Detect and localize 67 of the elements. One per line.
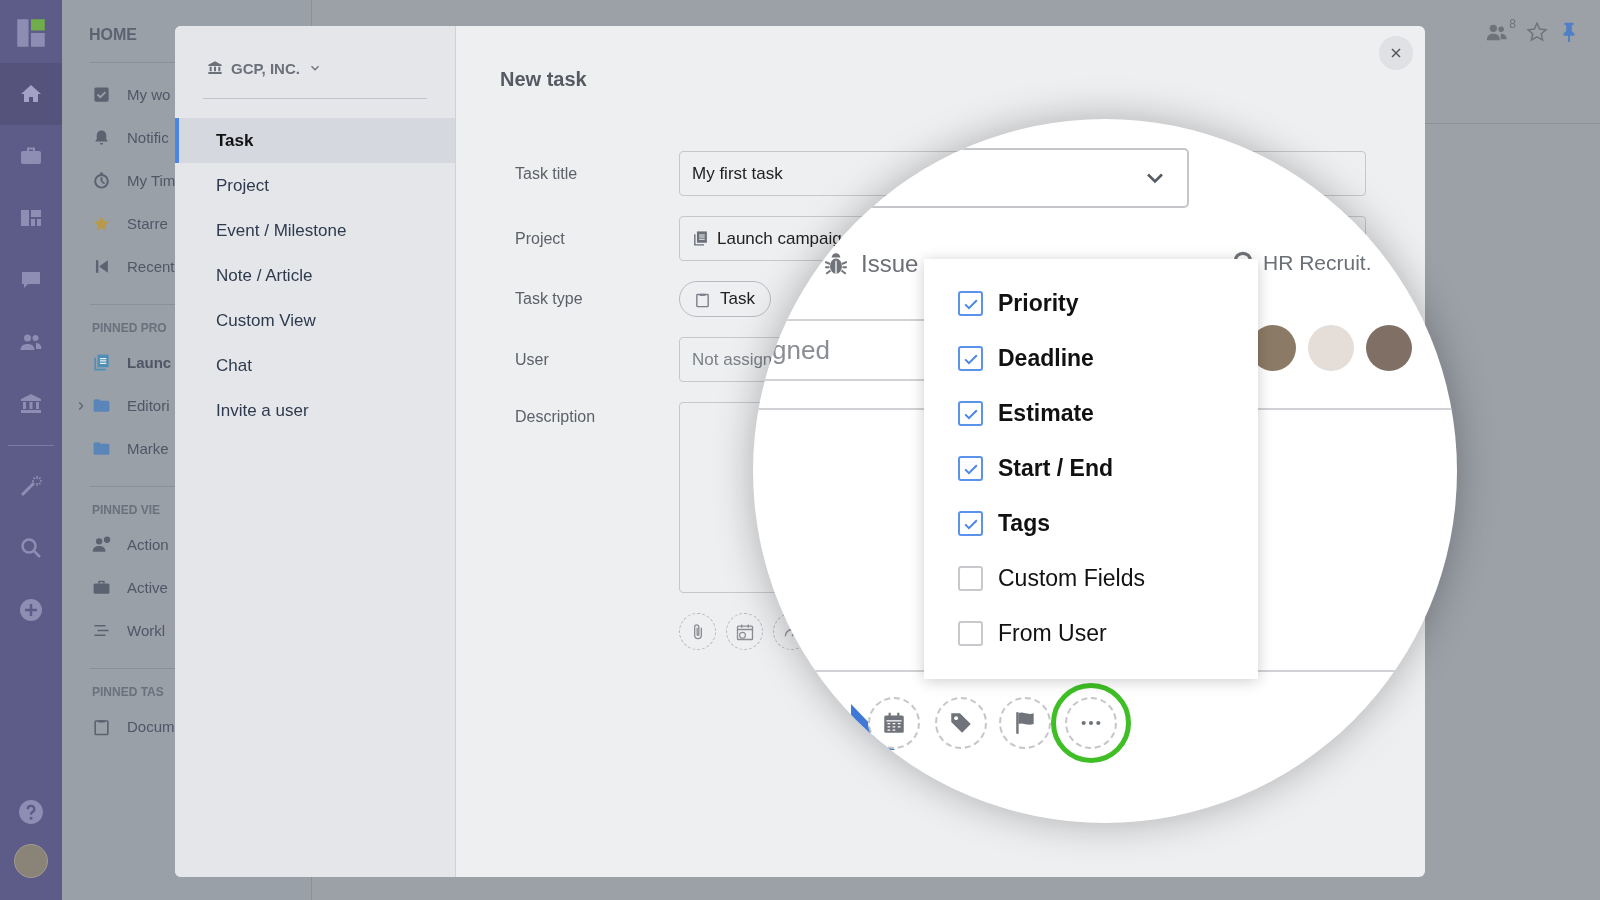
add-icon xyxy=(19,598,43,622)
bank-icon xyxy=(19,392,43,416)
checkbox[interactable] xyxy=(958,346,983,371)
folder-icon xyxy=(92,396,111,415)
bug-icon xyxy=(823,251,849,277)
checkbox-icon xyxy=(92,85,111,104)
option-label: Deadline xyxy=(998,345,1094,372)
dialog-menu-item[interactable]: Custom View xyxy=(175,298,455,343)
option-label: Start / End xyxy=(998,455,1113,482)
checkbox[interactable] xyxy=(958,621,983,646)
search-icon xyxy=(19,536,43,560)
briefcase-icon xyxy=(92,578,111,597)
more-dots-icon xyxy=(1080,720,1102,726)
folder-icon xyxy=(92,439,111,458)
rail-nav-button[interactable] xyxy=(0,63,62,125)
checkbox[interactable] xyxy=(958,511,983,536)
dialog-menu-item[interactable]: Note / Article xyxy=(175,253,455,298)
sidebar-item[interactable]: Starre xyxy=(88,202,168,245)
sidebar-item[interactable]: Notific xyxy=(88,116,169,159)
close-button[interactable] xyxy=(1379,36,1413,70)
dialog-menu-item[interactable]: Task xyxy=(175,118,455,163)
checkbox[interactable] xyxy=(958,566,983,591)
field-label: User xyxy=(515,350,550,369)
project-icon xyxy=(92,353,111,372)
sidebar-title: HOME xyxy=(88,26,138,45)
star-icon xyxy=(92,214,111,233)
stopwatch-icon xyxy=(92,171,111,190)
checkbox[interactable] xyxy=(958,401,983,426)
checkbox[interactable] xyxy=(958,291,983,316)
field-label: Description xyxy=(515,408,597,426)
task-type-option[interactable]: Issue xyxy=(823,250,919,278)
project-icon xyxy=(692,230,709,247)
organization-selector[interactable]: GCP, INC. xyxy=(207,53,322,83)
clipboard-icon xyxy=(92,717,111,736)
dialog-menu-item[interactable]: Chat xyxy=(175,343,455,388)
sidebar-item[interactable]: My Tim xyxy=(88,159,176,202)
bank-icon xyxy=(207,60,223,76)
sidebar-item[interactable]: Launc xyxy=(70,341,172,384)
app-logo xyxy=(16,18,46,48)
help-icon xyxy=(18,799,44,825)
dialog-menu-item[interactable]: Project xyxy=(175,163,455,208)
dialog-menu-item[interactable]: Event / Milestone xyxy=(175,208,455,253)
sidebar-item[interactable]: Workl xyxy=(70,609,166,652)
sidebar-item[interactable]: Editori xyxy=(70,384,170,427)
sidebar-item[interactable]: Docum xyxy=(70,705,175,748)
calendar-icon xyxy=(881,710,907,736)
dialog-menu-item[interactable]: Invite a user xyxy=(175,388,455,433)
option-label: From User xyxy=(998,620,1107,647)
option-label: Estimate xyxy=(998,400,1094,427)
sidebar-item[interactable]: Active xyxy=(70,566,168,609)
sidebar-item[interactable]: Marke xyxy=(70,427,169,470)
sidebar-item[interactable]: My wo xyxy=(88,73,171,116)
user-avatar[interactable] xyxy=(14,844,48,878)
sidebar-item[interactable]: Action xyxy=(70,523,169,566)
checkbox[interactable] xyxy=(958,456,983,481)
sidebar-item[interactable]: Recent xyxy=(88,245,175,288)
field-label: Task title xyxy=(515,164,579,183)
option-label: Custom Fields xyxy=(998,565,1145,592)
field-label: Project xyxy=(515,229,566,248)
field-label: Task type xyxy=(515,290,584,308)
more-options-button[interactable] xyxy=(1065,697,1117,749)
magic-wand-icon xyxy=(19,474,43,498)
option-label: Tags xyxy=(998,510,1050,537)
dialog-title: New task xyxy=(500,67,587,91)
option-label: Priority xyxy=(998,290,1079,317)
person-alert-icon xyxy=(92,535,111,554)
user-avatar[interactable] xyxy=(1366,325,1412,371)
